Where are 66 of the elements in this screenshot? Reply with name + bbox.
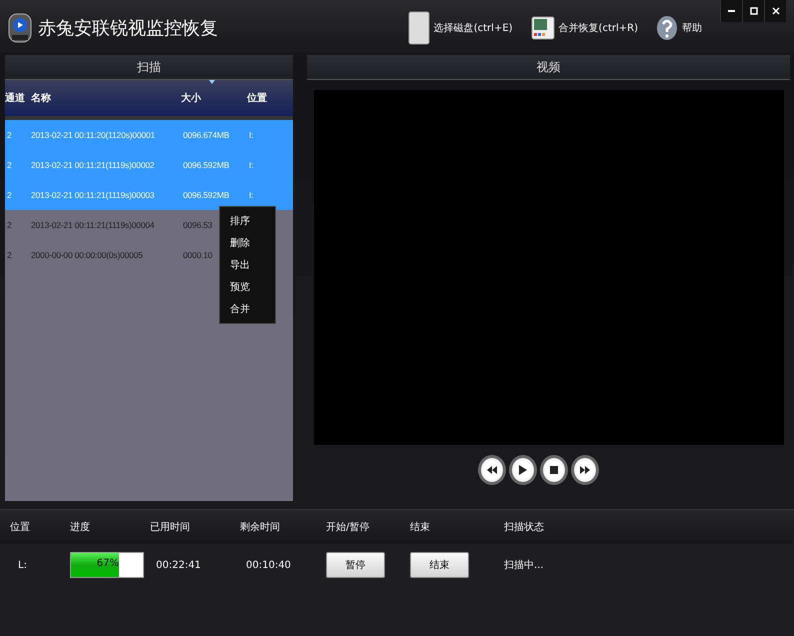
column-header[interactable]: 位置 [247, 91, 267, 105]
table-cell: 0096.674MB [183, 130, 230, 140]
rewind-button[interactable] [478, 455, 506, 485]
table-cell: 0000.10 [183, 250, 212, 260]
table-cell: 2 [7, 130, 12, 140]
menu-item[interactable]: 删除 [220, 232, 275, 254]
toolbar-button[interactable]: 选择磁盘(ctrl+E) [402, 10, 519, 44]
menu-item[interactable]: 导出 [220, 254, 275, 276]
column-header: 结束 [410, 520, 430, 534]
table-cell: 2 [7, 220, 12, 230]
help-icon [656, 14, 678, 40]
app-logo-icon [8, 12, 32, 42]
table-cell: 2013-02-21 00:11:21(1119s)00002 [31, 160, 154, 170]
panel-title: 扫描 [5, 55, 293, 80]
column-header: 开始/暂停 [326, 520, 370, 534]
column-header[interactable]: 通道 [5, 91, 25, 105]
menu-item[interactable]: 预览 [220, 276, 275, 298]
panel-title: 视频 [307, 55, 790, 80]
column-header[interactable]: 大小 [181, 91, 201, 105]
maximize-icon [750, 7, 758, 15]
table-cell: 2013-02-21 00:11:21(1119s)00004 [31, 220, 154, 230]
drive-icon [408, 10, 430, 44]
table-cell: I: [249, 130, 254, 140]
table-cell: I: [249, 160, 254, 170]
help-button[interactable]: 帮助 [650, 14, 708, 40]
progress-text: 67% [96, 558, 119, 569]
status-text: 扫描中... [504, 558, 544, 572]
close-icon [772, 7, 780, 15]
pause-button[interactable]: 暂停 [326, 552, 385, 578]
column-header: 位置 [10, 520, 30, 534]
fast-forward-icon [580, 466, 590, 474]
minimize-icon [728, 10, 735, 12]
table-cell: I: [249, 190, 254, 200]
table-cell-text: L: [17, 560, 27, 570]
table-cell: 2013-02-21 00:11:21(1119s)00003 [31, 190, 154, 200]
column-header: 剩余时间 [240, 520, 280, 534]
stop-button[interactable] [540, 455, 568, 485]
table-cell: 0096.592MB [183, 190, 230, 200]
column-header: 扫描状态 [504, 520, 544, 534]
table-cell: 0096.592MB [183, 160, 230, 170]
monitor-icon [530, 16, 555, 40]
column-header[interactable]: 名称 [31, 91, 51, 105]
menu-item[interactable]: 合并 [220, 298, 275, 320]
window-title: 赤兔安联锐视监控恢复 [38, 16, 219, 40]
close-button[interactable] [764, 0, 786, 22]
minimize-button[interactable] [720, 0, 742, 22]
table-cell: 2 [7, 160, 12, 170]
play-button[interactable] [509, 455, 537, 485]
sort-arrow-icon [209, 80, 215, 84]
rewind-icon [487, 466, 497, 474]
menu-item[interactable]: 排序 [220, 210, 275, 232]
table-cell: 0096.53 [183, 220, 212, 230]
stop-icon [550, 466, 558, 474]
column-header: 已用时间 [150, 520, 190, 534]
table-cell: 2000-00-00 00:00:00(0s)00005 [31, 250, 143, 260]
stop-button[interactable]: 结束 [410, 552, 469, 578]
fast-forward-button[interactable] [571, 455, 599, 485]
toolbar-button[interactable]: 合并恢复(ctrl+R) [524, 16, 644, 40]
column-header: 进度 [70, 520, 90, 534]
table-cell: 2 [7, 250, 12, 260]
table-cell-text: 00:10:40 [245, 560, 291, 570]
table-cell: 2013-02-21 00:11:20(1120s)00001 [31, 130, 155, 140]
play-icon [519, 465, 527, 475]
maximize-button[interactable] [742, 0, 764, 22]
table-cell: 2 [7, 190, 12, 200]
table-cell-text: 00:22:41 [155, 560, 201, 570]
